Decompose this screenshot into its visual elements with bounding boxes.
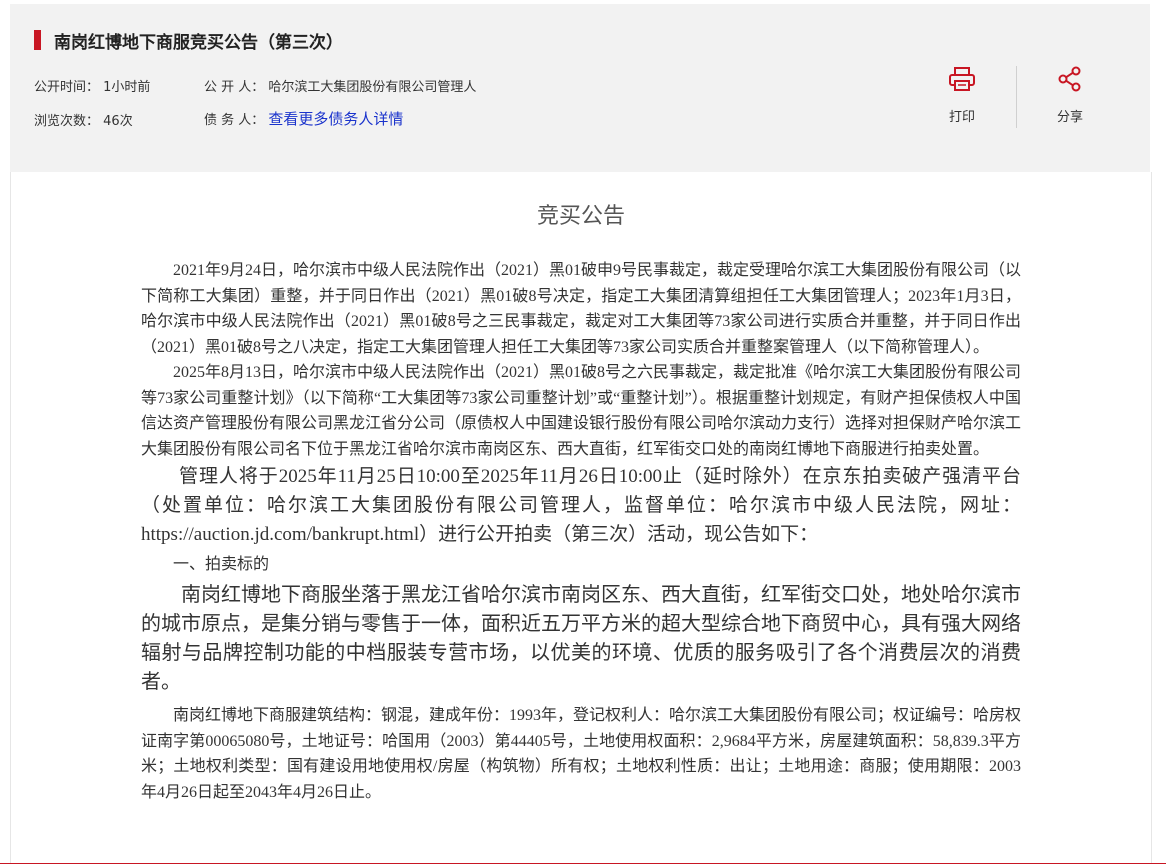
debtor: 债 务 人： 查看更多债务人详情 bbox=[204, 108, 403, 129]
publisher-label: 公 开 人： bbox=[204, 80, 265, 95]
print-button[interactable]: 打印 bbox=[932, 66, 992, 125]
publish-time-value: 1小时前 bbox=[103, 80, 151, 95]
paragraph-3: 管理人将于2025年11月25日10:00至2025年11月26日10:00止（… bbox=[141, 466, 1021, 545]
paragraph-4: 南岗红博地下商服坐落于黑龙江省哈尔滨市南岗区东、西大直街，红军街交口处，地处哈尔… bbox=[141, 584, 1021, 693]
views-value: 46次 bbox=[103, 114, 133, 129]
announcement-header: 南岗红博地下商服竞买公告（第三次） 公开时间： 1小时前 公 开 人： 哈尔滨工… bbox=[10, 4, 1150, 172]
document-heading: 竞买公告 bbox=[536, 204, 625, 229]
print-label: 打印 bbox=[948, 110, 975, 125]
publisher-value: 哈尔滨工大集团股份有限公司管理人 bbox=[268, 80, 477, 95]
printer-icon bbox=[949, 67, 975, 91]
view-count: 浏览次数： 46次 bbox=[34, 110, 133, 129]
action-divider bbox=[1016, 66, 1017, 128]
publish-time-label: 公开时间： bbox=[34, 80, 100, 95]
page-title: 南岗红博地下商服竞买公告（第三次） bbox=[54, 33, 343, 53]
article-text: 2021年9月24日，哈尔滨市中级人民法院作出（2021）黑01破申9号民事裁定… bbox=[141, 258, 1021, 805]
paragraph-5: 南岗红博地下商服建筑结构：钢混，建成年份：1993年，登记权利人：哈尔滨工大集团… bbox=[141, 707, 1022, 801]
debtor-label: 债 务 人： bbox=[204, 113, 265, 128]
share-icon bbox=[1058, 66, 1081, 92]
announcement-body: 竞买公告 2021年9月24日，哈尔滨市中级人民法院作出（2021）黑01破申9… bbox=[10, 172, 1152, 864]
debtor-details-link[interactable]: 查看更多债务人详情 bbox=[268, 110, 403, 128]
publish-time: 公开时间： 1小时前 bbox=[34, 76, 150, 95]
views-label: 浏览次数： bbox=[34, 114, 100, 129]
share-button[interactable]: 分享 bbox=[1040, 66, 1100, 125]
paragraph-1: 2021年9月24日，哈尔滨市中级人民法院作出（2021）黑01破申9号民事裁定… bbox=[141, 262, 1022, 356]
section-heading-1: 一、拍卖标的 bbox=[173, 556, 270, 573]
title-accent-bar bbox=[34, 30, 41, 50]
share-label: 分享 bbox=[1056, 110, 1083, 125]
publisher: 公 开 人： 哈尔滨工大集团股份有限公司管理人 bbox=[204, 76, 476, 95]
paragraph-2: 2025年8月13日，哈尔滨市中级人民法院作出（2021）黑01破8号之六民事裁… bbox=[141, 364, 1022, 458]
